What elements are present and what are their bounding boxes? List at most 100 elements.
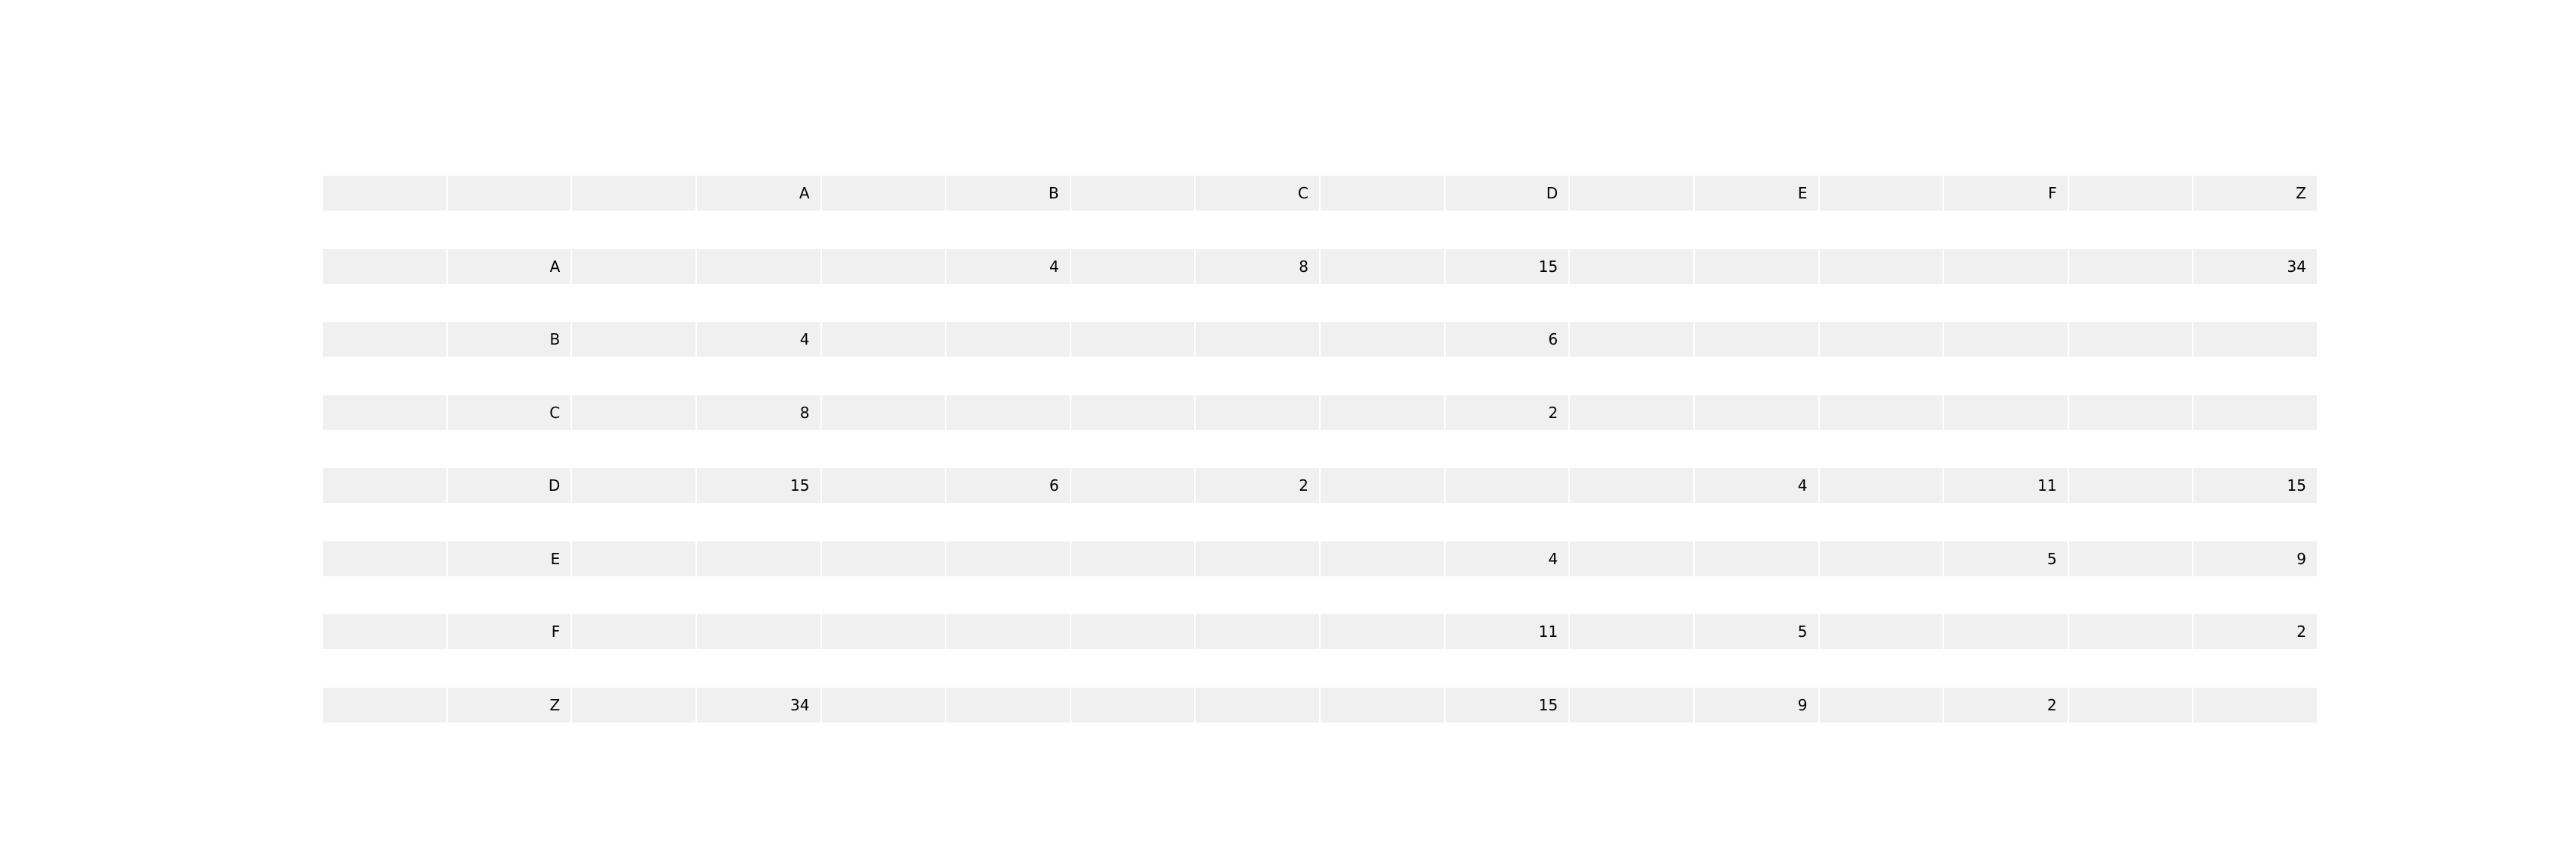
row-D-cell-3: 2 [1196,468,1319,503]
row-E-cell-5 [1694,541,1818,576]
row-F-spacer [1321,614,1444,649]
row-Z-cell-5: 9 [1694,687,1818,722]
header-spacer [1570,176,1693,211]
row-E-cell-6: 5 [1944,541,2068,576]
row-D-spacer [2068,468,2193,503]
row-A-cell-2: 4 [946,248,1070,284]
row-C-spacer [1570,395,1693,430]
row-F-cell-6 [1944,614,2068,649]
row-B-cell-2 [946,322,1070,357]
row-A-spacer [1819,248,1943,284]
row-A-spacer [1570,248,1693,284]
header-spacer [323,176,446,211]
row-D-spacer [572,468,696,503]
row-A-spacer [572,248,696,284]
row-D-spacer [821,468,946,503]
row-C-cell-7 [2193,395,2317,430]
row-F-cell-1 [696,614,821,649]
row-C-cell-1: 8 [696,395,821,430]
row-D-spacer [323,468,446,503]
header-cell-2: B [946,176,1070,211]
row-F-cell-2 [946,614,1070,649]
row-Z-cell-1: 34 [696,687,821,722]
header-cell-4: D [1445,176,1569,211]
header-spacer [2068,176,2193,211]
row-C-spacer [1071,395,1195,430]
row-E-spacer [323,541,446,576]
row-A-cell-6 [1944,248,2068,284]
header-cell-7: Z [2193,176,2317,211]
row-Z-cell-0: Z [447,687,571,722]
row-A-cell-5 [1694,248,1818,284]
row-Z-cell-4: 15 [1445,687,1569,722]
row-B-spacer [1321,322,1444,357]
row-C-cell-6 [1944,395,2068,430]
distance-table: A B C D E F Z A 4 8 15 34 B 4 6 C 8 2 D 15 6 2 4 11 15 E 4 5 9 F 11 5 2 Z… [0,0,2576,852]
row-B-spacer [2068,322,2193,357]
row-Z-cell-2 [946,687,1070,722]
row-D-cell-7: 15 [2193,468,2317,503]
row-E-cell-7: 9 [2193,541,2317,576]
row-E-spacer [2068,541,2193,576]
row-A-cell-0: A [447,248,571,284]
row-B-cell-6 [1944,322,2068,357]
row-A-spacer [1321,248,1444,284]
row-E-cell-4: 4 [1445,541,1569,576]
row-C-cell-0: C [447,395,571,430]
row-Z-cell-7 [2193,687,2317,722]
row-B-spacer [1570,322,1693,357]
row-E-spacer [1570,541,1693,576]
row-F-spacer [1570,614,1693,649]
row-D-cell-6: 11 [1944,468,2068,503]
row-F-cell-0: F [447,614,571,649]
row-C-spacer [821,395,946,430]
row-Z-spacer [1819,687,1943,722]
row-C-spacer [323,395,446,430]
row-E-spacer [1071,541,1195,576]
row-E-spacer [1321,541,1444,576]
row-F-spacer [1819,614,1943,649]
row-F-cell-4: 11 [1445,614,1569,649]
row-E-spacer [572,541,696,576]
row-D-cell-5: 4 [1694,468,1818,503]
row-Z-cell-3 [1196,687,1319,722]
row-B-spacer [1071,322,1195,357]
row-F-spacer [1071,614,1195,649]
row-D-cell-2: 6 [946,468,1070,503]
row-A-cell-4: 15 [1445,248,1569,284]
row-D-spacer [1071,468,1195,503]
row-C-spacer [2068,395,2193,430]
header-cell-0 [447,176,571,211]
header-cell-1: A [696,176,821,211]
row-A-spacer [323,248,446,284]
row-B-spacer [1819,322,1943,357]
row-Z-spacer [2068,687,2193,722]
row-D-spacer [1321,468,1444,503]
row-B-spacer [323,322,446,357]
row-A-spacer [2068,248,2193,284]
header-spacer [821,176,946,211]
row-A-spacer [1071,248,1195,284]
header-spacer [1071,176,1195,211]
row-B-cell-1: 4 [696,322,821,357]
row-D-cell-1: 15 [696,468,821,503]
row-Z-spacer [821,687,946,722]
row-A-cell-7: 34 [2193,248,2317,284]
row-A-cell-3: 8 [1196,248,1319,284]
row-E-cell-3 [1196,541,1319,576]
row-B-cell-4: 6 [1445,322,1569,357]
row-F-cell-3 [1196,614,1319,649]
row-B-cell-7 [2193,322,2317,357]
header-spacer [1819,176,1943,211]
row-B-spacer [821,322,946,357]
row-E-cell-2 [946,541,1070,576]
row-E-spacer [821,541,946,576]
row-Z-spacer [1570,687,1693,722]
row-C-cell-5 [1694,395,1818,430]
row-Z-spacer [1321,687,1444,722]
row-C-spacer [1321,395,1444,430]
row-C-cell-3 [1196,395,1319,430]
row-B-cell-0: B [447,322,571,357]
row-E-spacer [1819,541,1943,576]
row-Z-spacer [323,687,446,722]
